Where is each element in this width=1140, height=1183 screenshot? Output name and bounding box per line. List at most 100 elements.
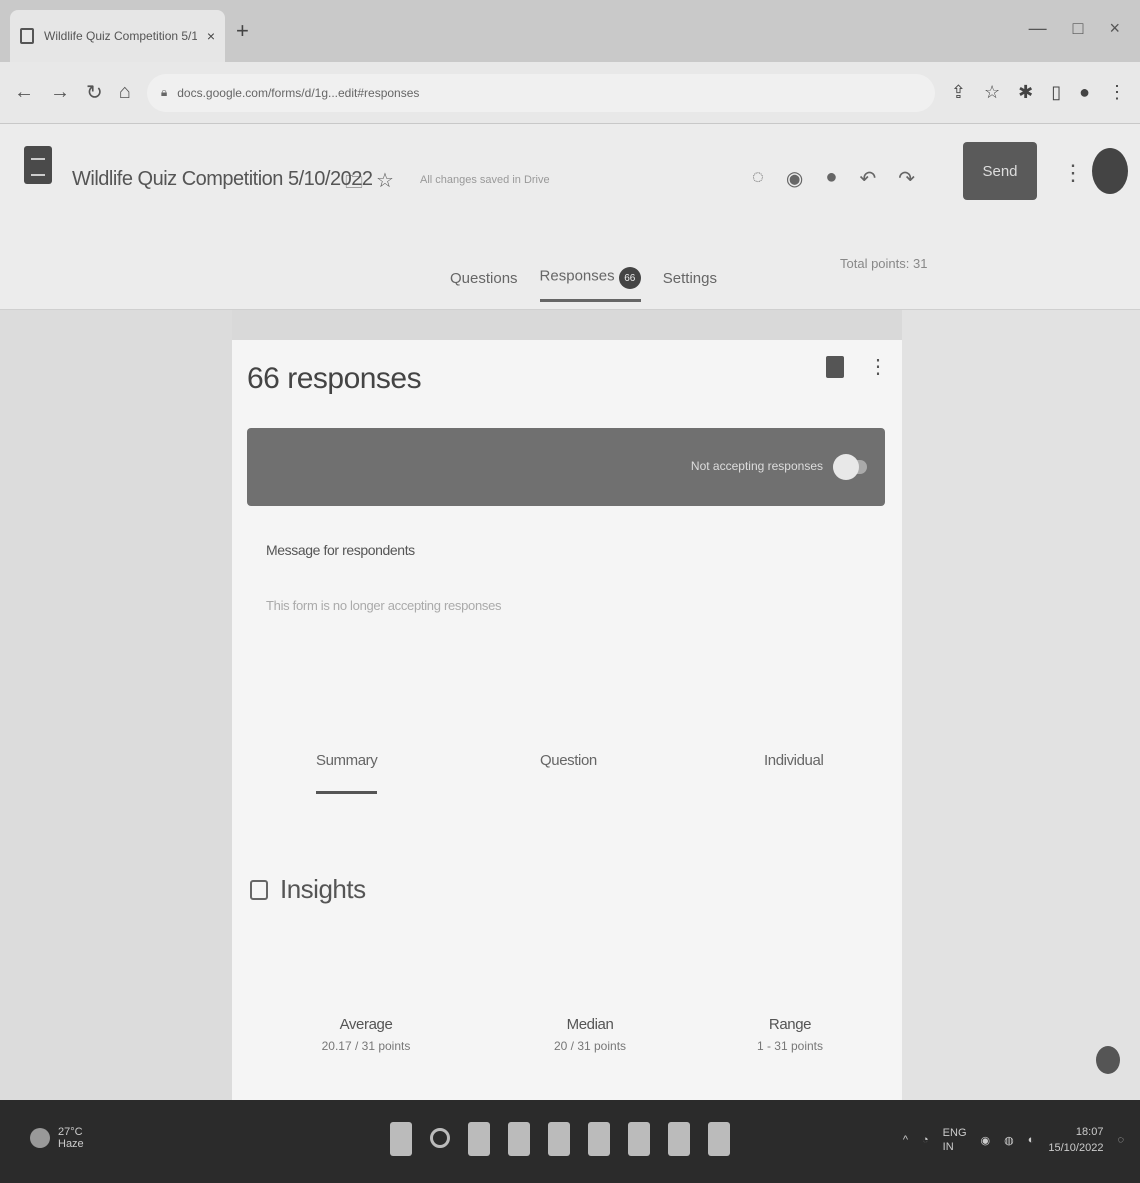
message-field[interactable]: This form is no longer accepting respons… bbox=[266, 598, 502, 613]
form-title[interactable]: Wildlife Quiz Competition 5/10/2022 bbox=[72, 168, 373, 191]
back-icon[interactable]: ← bbox=[14, 81, 34, 104]
wifi-icon[interactable]: ◉ bbox=[981, 1134, 991, 1147]
tab-title: Wildlife Quiz Competition 5/10... bbox=[44, 29, 197, 43]
weather-icon bbox=[30, 1128, 50, 1148]
bookmark-star-icon[interactable]: ☆ bbox=[984, 82, 1000, 103]
responses-more-icon[interactable]: ⋮ bbox=[868, 354, 888, 379]
language-region: IN bbox=[942, 1141, 954, 1153]
language-code: ENG bbox=[942, 1127, 967, 1139]
taskbar-apps bbox=[390, 1122, 730, 1156]
help-icon[interactable] bbox=[1096, 1046, 1120, 1074]
clock-time: 18:07 bbox=[1075, 1126, 1104, 1138]
lock-icon: 🔒︎ bbox=[160, 85, 168, 99]
redo-icon[interactable]: ↷ bbox=[898, 166, 915, 191]
spreadsheet-icon[interactable] bbox=[826, 356, 844, 378]
weather-temp: 27°C bbox=[58, 1126, 83, 1138]
profile-icon[interactable]: ● bbox=[1079, 82, 1090, 103]
tab-responses[interactable]: Responses 66 bbox=[539, 267, 641, 302]
widgets-icon[interactable] bbox=[508, 1122, 530, 1156]
start-menu-icon[interactable] bbox=[390, 1122, 412, 1156]
task-view-icon[interactable] bbox=[468, 1122, 490, 1156]
url-text: docs.google.com/forms/d/1g...edit#respon… bbox=[177, 85, 420, 100]
browser-toolbar-icons: ⇪ ☆ ✱ ▯ ● ⋮ bbox=[951, 82, 1126, 103]
stat-range-label: Range bbox=[768, 1016, 812, 1033]
new-tab-button[interactable]: + bbox=[236, 18, 249, 44]
tab-close-icon[interactable]: × bbox=[207, 28, 215, 44]
browser-tab[interactable]: Wildlife Quiz Competition 5/10... × bbox=[10, 10, 225, 62]
send-button[interactable]: Send bbox=[963, 142, 1037, 200]
mail-icon[interactable] bbox=[628, 1122, 650, 1156]
insights-title: Insights bbox=[280, 874, 366, 904]
forms-header: Wildlife Quiz Competition 5/10/2022 🗀︎ ☆… bbox=[0, 124, 1140, 310]
store-icon[interactable] bbox=[588, 1122, 610, 1156]
responses-title: 66 responses bbox=[247, 362, 422, 395]
system-tray: ^ ◔ ENG IN ◉ ◍ ◐ 18:07 15/10/2022 ◌ bbox=[903, 1124, 1124, 1156]
share-icon[interactable]: ⇪ bbox=[951, 82, 966, 103]
stat-range-value: 1 - 31 points bbox=[756, 1039, 824, 1053]
chrome-icon[interactable] bbox=[708, 1122, 730, 1156]
tab-questions[interactable]: Questions bbox=[450, 270, 518, 287]
preview-eye-icon[interactable]: ◉ bbox=[786, 166, 803, 191]
minimize-button[interactable]: — bbox=[1029, 18, 1047, 39]
close-window-button[interactable]: × bbox=[1109, 18, 1120, 39]
saved-status: All changes saved in Drive bbox=[420, 174, 550, 186]
battery-icon[interactable]: ◐ bbox=[1028, 1134, 1035, 1146]
undo-icon[interactable]: ↶ bbox=[859, 166, 876, 191]
extensions-icon[interactable]: ✱ bbox=[1018, 82, 1033, 103]
search-icon[interactable] bbox=[430, 1128, 450, 1148]
stat-median-label: Median bbox=[566, 1016, 614, 1033]
home-icon[interactable]: ⌂ bbox=[119, 81, 131, 104]
tab-settings[interactable]: Settings bbox=[663, 270, 717, 287]
more-options-icon[interactable]: ⋮ bbox=[1062, 160, 1084, 186]
stat-range: Range 1 - 31 points bbox=[740, 1016, 840, 1053]
network-icon[interactable]: ◔ bbox=[922, 1134, 929, 1146]
responses-count-badge: 66 bbox=[618, 267, 641, 289]
app-icon[interactable] bbox=[668, 1122, 690, 1156]
tab-summary[interactable]: Summary bbox=[316, 752, 378, 794]
accepting-responses-bar: Not accepting responses bbox=[247, 428, 885, 506]
avatar[interactable] bbox=[1092, 148, 1128, 194]
stat-average-value: 20.17 / 31 points bbox=[321, 1039, 411, 1053]
clock-date: 15/10/2022 bbox=[1048, 1142, 1104, 1154]
window-controls: — □ × bbox=[1029, 18, 1120, 39]
forms-logo-icon[interactable] bbox=[24, 146, 52, 184]
tab-individual[interactable]: Individual bbox=[764, 752, 824, 769]
stat-median-value: 20 / 31 points bbox=[553, 1039, 627, 1053]
header-action-icons: ◌ ◉ ● ↶ ↷ bbox=[752, 166, 915, 191]
tray-chevron-icon[interactable]: ^ bbox=[903, 1134, 908, 1146]
total-points: Total points: 31 bbox=[840, 256, 928, 271]
response-view-tabs: Summary Question Individual bbox=[232, 752, 902, 812]
customize-theme-icon[interactable]: ◌ bbox=[752, 166, 764, 191]
weather-desc: Haze bbox=[58, 1138, 84, 1150]
stat-average: Average 20.17 / 31 points bbox=[316, 1016, 416, 1053]
file-explorer-icon[interactable] bbox=[548, 1122, 570, 1156]
insights-icon bbox=[250, 880, 268, 900]
accepting-toggle[interactable] bbox=[833, 454, 859, 480]
maximize-button[interactable]: □ bbox=[1073, 18, 1084, 39]
sidebar-icon[interactable]: ▯ bbox=[1051, 82, 1061, 103]
volume-icon[interactable]: ◍ bbox=[1004, 1134, 1014, 1147]
notifications-icon[interactable]: ◌ bbox=[1117, 1134, 1124, 1146]
form-tabs: Questions Responses 66 Settings bbox=[450, 254, 717, 302]
stat-average-label: Average bbox=[339, 1016, 393, 1033]
star-icon[interactable]: ☆ bbox=[376, 168, 394, 193]
message-label: Message for respondents bbox=[266, 542, 415, 558]
accepting-responses-label: Not accepting responses bbox=[690, 459, 823, 473]
stat-median: Median 20 / 31 points bbox=[540, 1016, 640, 1053]
browser-menu-icon[interactable]: ⋮ bbox=[1108, 82, 1126, 103]
url-input[interactable]: 🔒︎ docs.google.com/forms/d/1g...edit#res… bbox=[146, 73, 935, 112]
reload-icon[interactable]: ↻ bbox=[86, 80, 103, 105]
clock[interactable]: 18:07 15/10/2022 bbox=[1048, 1124, 1103, 1156]
forms-favicon-icon bbox=[20, 28, 34, 44]
move-to-folder-icon[interactable]: 🗀︎ bbox=[345, 170, 363, 200]
right-background bbox=[902, 310, 1140, 1100]
tab-responses-label: Responses bbox=[539, 267, 615, 285]
weather-widget[interactable]: 27°C Haze bbox=[30, 1126, 84, 1150]
tab-question[interactable]: Question bbox=[540, 752, 597, 769]
address-bar-row: ← → ↻ ⌂ 🔒︎ docs.google.com/forms/d/1g...… bbox=[0, 62, 1140, 124]
browser-tab-bar: Wildlife Quiz Competition 5/10... × + — … bbox=[0, 0, 1140, 62]
language-indicator[interactable]: ENG IN bbox=[943, 1126, 967, 1154]
forward-icon[interactable]: → bbox=[50, 81, 70, 104]
os-taskbar: 27°C Haze ^ ◔ ENG IN ◉ ◍ ◐ 18:07 15/10/2… bbox=[0, 1100, 1140, 1183]
addons-icon[interactable]: ● bbox=[825, 166, 837, 191]
